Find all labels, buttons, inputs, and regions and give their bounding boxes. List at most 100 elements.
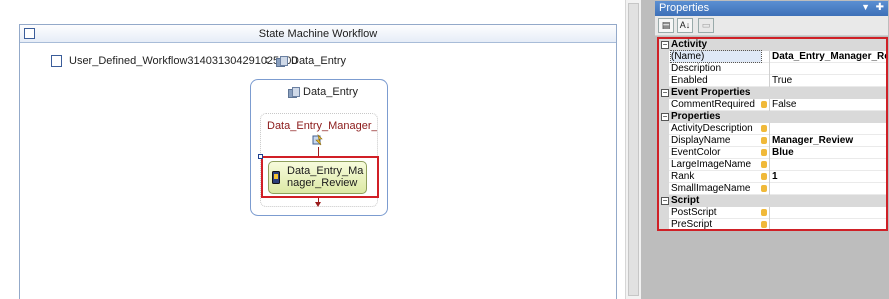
property-value[interactable]: Data_Entry_Manager_Review — [772, 51, 886, 62]
column-separator[interactable] — [769, 135, 770, 147]
property-name: LargeImageName — [671, 159, 752, 170]
property-row[interactable]: SmallImageName — [659, 183, 886, 195]
bind-property-icon[interactable] — [761, 185, 767, 192]
dropdown-arrow-icon[interactable]: ▼ — [861, 2, 870, 12]
collapse-icon[interactable]: − — [661, 197, 669, 205]
property-name: Enabled — [671, 75, 708, 86]
property-row[interactable]: (Name) Data_Entry_Manager_Review — [659, 50, 886, 63]
workflow-colon: : — [265, 54, 269, 66]
event-driven-title[interactable]: Data_Entry_Manager_Re... — [267, 120, 377, 132]
property-gutter — [659, 207, 669, 219]
property-row[interactable]: PreScript — [659, 219, 886, 230]
bind-property-icon[interactable] — [761, 137, 767, 144]
state-icon — [288, 87, 301, 99]
property-gutter — [659, 123, 669, 135]
initial-state-link[interactable]: Data_Entry — [291, 55, 346, 67]
categorized-button[interactable]: ▤ — [658, 18, 674, 33]
collapse-icon[interactable]: − — [661, 113, 669, 121]
designer-vertical-scrollbar[interactable] — [625, 0, 641, 299]
property-category-2[interactable]: − Properties — [659, 111, 886, 123]
activity-icon — [272, 171, 280, 184]
property-row[interactable]: ActivityDescription — [659, 123, 886, 135]
column-separator[interactable] — [769, 123, 770, 135]
property-value[interactable]: 1 — [772, 171, 886, 182]
column-separator[interactable] — [769, 219, 770, 229]
property-row[interactable]: Enabled True — [659, 75, 886, 87]
property-row[interactable]: PostScript — [659, 207, 886, 219]
column-separator[interactable] — [769, 63, 770, 75]
property-category-3[interactable]: − Script — [659, 195, 886, 207]
column-separator[interactable] — [769, 171, 770, 183]
property-category-label: Activity — [671, 39, 708, 50]
property-name: (Name) — [670, 50, 762, 63]
property-value[interactable]: False — [772, 99, 886, 110]
property-category-0[interactable]: − Activity — [659, 39, 886, 51]
property-name: SmallImageName — [671, 183, 751, 194]
property-gutter — [659, 63, 669, 75]
property-row[interactable]: LargeImageName — [659, 159, 886, 171]
activity-selection-box[interactable]: Data_Entry_Manager_Review — [258, 154, 379, 198]
event-driven-icon — [312, 134, 323, 146]
column-separator[interactable] — [769, 147, 770, 159]
property-name: DisplayName — [671, 135, 731, 146]
property-pages-button[interactable]: ▭ — [698, 18, 714, 33]
state-machine-workflow-frame[interactable]: State Machine Workflow User_Defined_Work… — [19, 24, 617, 299]
activity-label: Data_Entry_Manager_Review — [287, 165, 364, 189]
property-row[interactable]: Rank 1 — [659, 171, 886, 183]
property-row[interactable]: EventColor Blue — [659, 147, 886, 159]
column-separator[interactable] — [769, 99, 770, 111]
properties-title: Properties — [659, 2, 710, 14]
property-gutter — [659, 219, 669, 229]
property-name: Description — [671, 63, 722, 74]
column-separator[interactable] — [769, 183, 770, 195]
bind-property-icon[interactable] — [761, 149, 767, 156]
workflow-title: State Machine Workflow — [258, 28, 378, 40]
bind-property-icon[interactable] — [761, 101, 767, 108]
property-gutter — [659, 183, 669, 195]
pin-icon[interactable]: ✚ — [876, 2, 884, 13]
bind-property-icon[interactable] — [761, 221, 767, 228]
properties-panel: Properties ▼ ✚ ▤ A↓ ▭ − Activity (Name) Dat… — [641, 0, 889, 299]
property-category-label: Properties — [671, 111, 721, 122]
activity-data-entry-manager-review[interactable]: Data_Entry_Manager_Review — [268, 161, 367, 194]
property-row[interactable]: DisplayName Manager_Review — [659, 135, 886, 147]
state-data-entry[interactable]: Data_Entry Data_Entry_Manager_Re... — [250, 79, 388, 216]
bind-property-icon[interactable] — [761, 209, 767, 216]
property-gutter — [659, 99, 669, 111]
property-name: PostScript — [671, 207, 717, 218]
column-separator[interactable] — [769, 159, 770, 171]
properties-empty-area — [655, 233, 888, 299]
property-value[interactable]: True — [772, 75, 886, 86]
properties-titlebar[interactable]: Properties ▼ ✚ — [655, 1, 888, 16]
collapse-icon[interactable]: − — [661, 89, 669, 97]
selection-handle[interactable] — [258, 154, 263, 159]
workflow-designer-canvas[interactable]: State Machine Workflow User_Defined_Work… — [0, 0, 641, 299]
column-separator[interactable] — [769, 51, 770, 63]
event-driven-activity[interactable]: Data_Entry_Manager_Re... Data_Entry_Mana… — [258, 113, 379, 207]
bind-property-icon[interactable] — [761, 173, 767, 180]
scrollbar-thumb[interactable] — [628, 3, 639, 296]
property-row[interactable]: Description — [659, 63, 886, 75]
bind-property-icon[interactable] — [761, 125, 767, 132]
property-name: PreScript — [671, 219, 713, 230]
column-separator[interactable] — [769, 207, 770, 219]
property-row[interactable]: CommentRequired False — [659, 99, 886, 111]
property-grid[interactable]: −Activity(Name)Data_Entry_Manager_Review… — [657, 37, 888, 231]
property-gutter — [659, 75, 669, 87]
collapse-icon[interactable]: − — [661, 41, 669, 49]
connector-arrow-icon — [315, 202, 321, 207]
property-gutter — [659, 147, 669, 159]
column-separator[interactable] — [769, 75, 770, 87]
property-name: CommentRequired — [671, 99, 755, 110]
property-value[interactable]: Blue — [772, 147, 886, 158]
workflow-name: User_Defined_Workflow3140313042910256​00 — [69, 55, 298, 67]
property-name: EventColor — [671, 147, 721, 158]
bind-property-icon[interactable] — [761, 161, 767, 168]
alphabetical-button[interactable]: A↓ — [677, 18, 693, 33]
property-category-1[interactable]: − Event Properties — [659, 87, 886, 99]
property-name: ActivityDescription — [671, 123, 753, 134]
property-value[interactable]: Manager_Review — [772, 135, 886, 146]
workflow-header: State Machine Workflow — [20, 25, 616, 43]
properties-toolbar: ▤ A↓ ▭ — [655, 16, 888, 36]
state-icon — [276, 56, 289, 68]
